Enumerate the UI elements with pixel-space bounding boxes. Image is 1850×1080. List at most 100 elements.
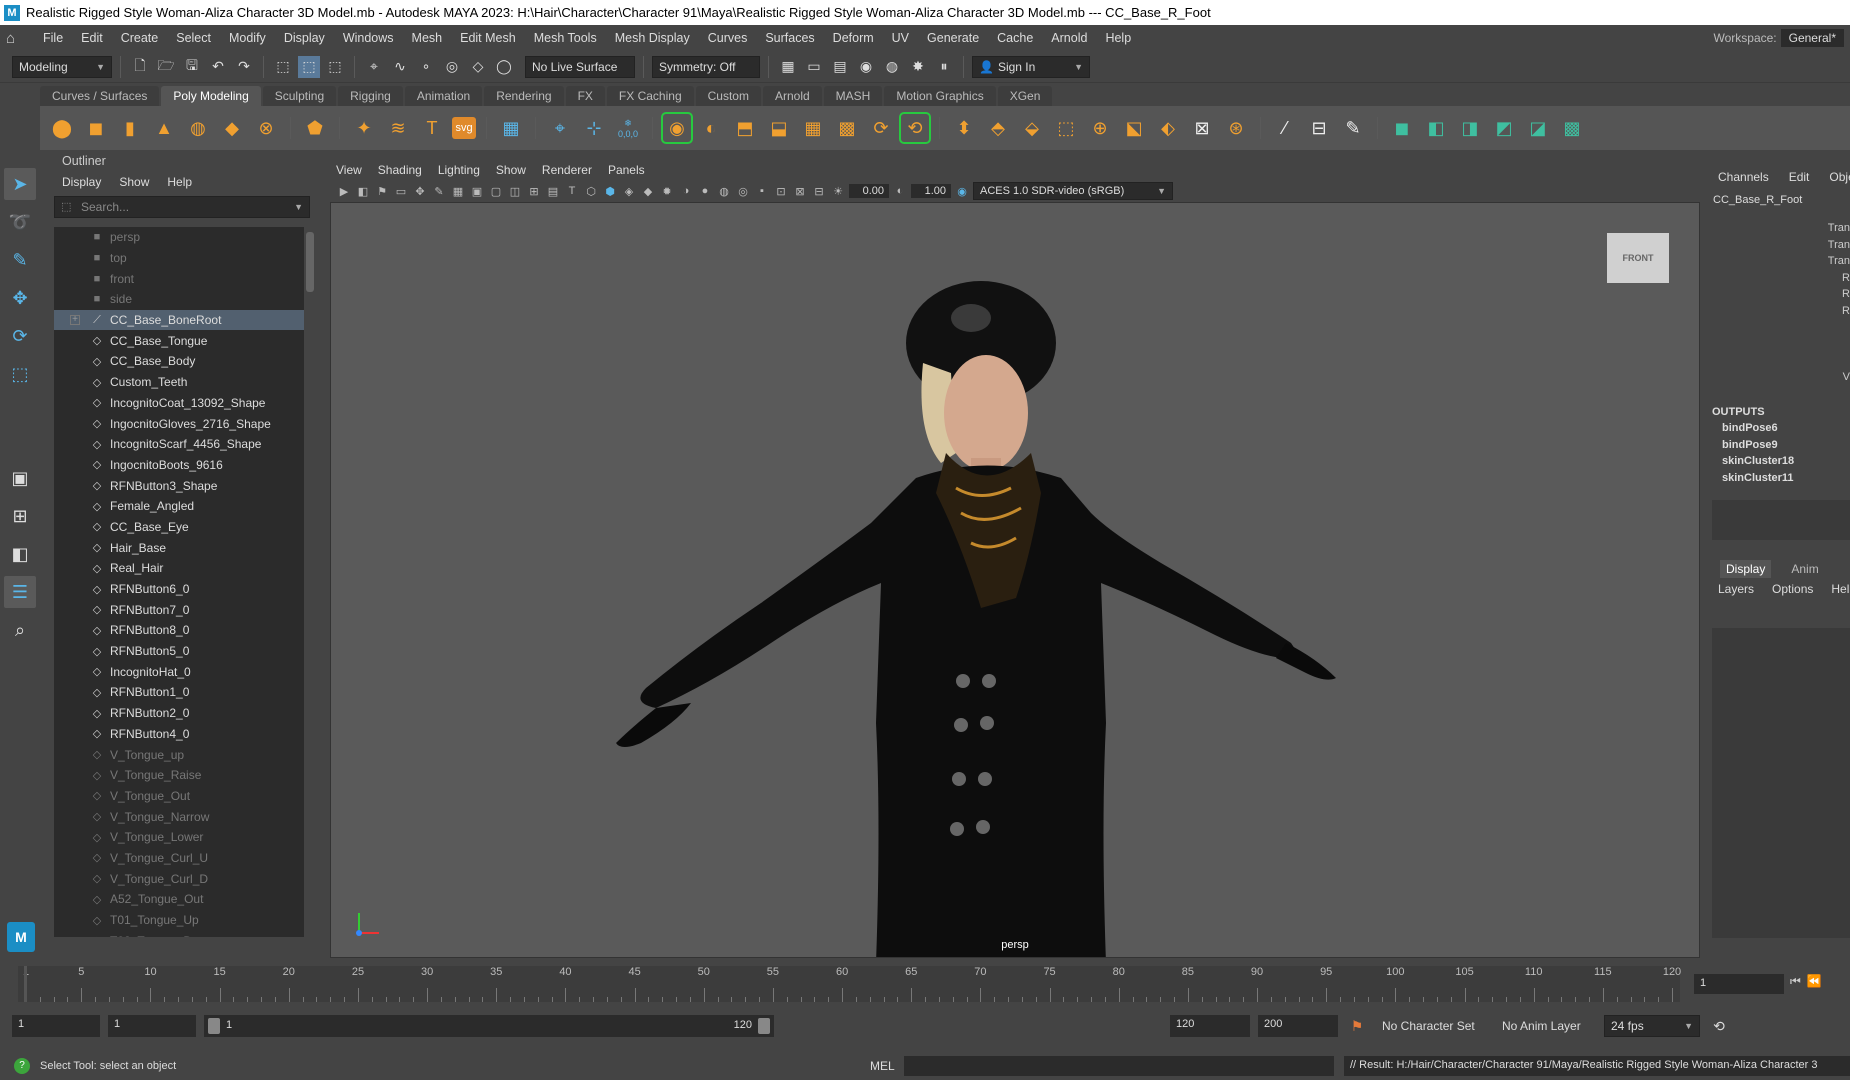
- channel-attribute[interactable]: Tran: [1810, 255, 1850, 272]
- render-frame-icon[interactable]: ▭: [803, 56, 825, 78]
- viewcube[interactable]: FRONT: [1607, 233, 1669, 283]
- extrude-icon[interactable]: ⬍: [950, 114, 978, 142]
- script-language-toggle[interactable]: MEL: [870, 1059, 895, 1073]
- outliner-item[interactable]: ◇ RFNButton7_0: [54, 599, 304, 620]
- command-input[interactable]: [904, 1056, 1334, 1076]
- resolution-gate-icon[interactable]: ▢: [488, 183, 504, 199]
- shelf-tab-animation[interactable]: Animation: [404, 86, 483, 106]
- current-frame-field[interactable]: 1: [1694, 974, 1784, 994]
- motion-blur-icon[interactable]: ◍: [716, 183, 732, 199]
- menu-surfaces[interactable]: Surfaces: [756, 31, 823, 45]
- shelf-tab-fx-caching[interactable]: FX Caching: [606, 86, 694, 106]
- outliner-item[interactable]: ◇ RFNButton4_0: [54, 724, 304, 745]
- bookmark-icon[interactable]: ⚑: [374, 183, 390, 199]
- outliner-item[interactable]: ◇ RFNButton3_Shape: [54, 475, 304, 496]
- range-slider[interactable]: 1 120: [204, 1015, 774, 1037]
- auto-key-icon[interactable]: ⚑: [1346, 1015, 1368, 1037]
- select-by-component-icon[interactable]: ⬚: [324, 56, 346, 78]
- shelf-tab-rendering[interactable]: Rendering: [484, 86, 564, 106]
- channel-attribute[interactable]: R: [1810, 305, 1850, 322]
- range-start-handle[interactable]: [208, 1018, 220, 1034]
- selected-object-name[interactable]: CC_Base_R_Foot: [1710, 194, 1850, 206]
- uv-cylindrical-icon[interactable]: ◧: [1422, 114, 1450, 142]
- outliner-menu-display[interactable]: Display: [62, 175, 101, 189]
- menu-generate[interactable]: Generate: [918, 31, 988, 45]
- edge-loop-icon[interactable]: ⊟: [1305, 114, 1333, 142]
- poly-cylinder-icon[interactable]: ▮: [116, 114, 144, 142]
- wireframe-icon[interactable]: ⬡: [583, 183, 599, 199]
- channel-tab-edit[interactable]: Edit: [1789, 170, 1810, 184]
- outliner-search-input[interactable]: ⬚ Search... ▼: [54, 196, 310, 218]
- outliner-item[interactable]: ◇ IncognitoScarf_4456_Shape: [54, 434, 304, 455]
- film-gate-icon[interactable]: ▣: [469, 183, 485, 199]
- anim-layer-dropdown[interactable]: No Anim Layer: [1496, 1015, 1596, 1037]
- uv-unfold-icon[interactable]: ◪: [1524, 114, 1552, 142]
- sweep-mesh-icon[interactable]: ≋: [384, 114, 412, 142]
- menu-select[interactable]: Select: [167, 31, 220, 45]
- playback-end-field[interactable]: 120: [1170, 1015, 1250, 1037]
- xray-icon[interactable]: ⊡: [773, 183, 789, 199]
- new-scene-icon[interactable]: 🗋: [129, 56, 151, 78]
- outliner-item[interactable]: ◇ Custom_Teeth: [54, 372, 304, 393]
- measure-tool-icon[interactable]: ⌖: [546, 114, 574, 142]
- layer-menu-help[interactable]: Help: [1831, 582, 1850, 596]
- single-perspective-view-icon[interactable]: ▣: [4, 462, 36, 494]
- outliner-item[interactable]: ◇ Hair_Base: [54, 537, 304, 558]
- menu-uv[interactable]: UV: [883, 31, 918, 45]
- loop-icon[interactable]: ⟲: [1708, 1015, 1730, 1037]
- outliner-item[interactable]: ◇ CC_Base_Body: [54, 351, 304, 372]
- persp-outliner-icon[interactable]: ◧: [4, 538, 36, 570]
- uv-layout-icon[interactable]: ▩: [1558, 114, 1586, 142]
- save-scene-icon[interactable]: 🖫: [181, 56, 203, 78]
- poly-cube-icon[interactable]: ◼: [82, 114, 110, 142]
- open-scene-icon[interactable]: 🗁: [155, 56, 177, 78]
- outliner-item[interactable]: ■ persp: [54, 227, 304, 248]
- search-icon[interactable]: ⌕: [4, 614, 36, 646]
- shelf-tab-rigging[interactable]: Rigging: [338, 86, 403, 106]
- outliner-item[interactable]: ◇ CC_Base_Eye: [54, 517, 304, 538]
- outliner-item[interactable]: ■ top: [54, 248, 304, 269]
- exposure-icon[interactable]: ☀: [830, 183, 846, 199]
- current-time-indicator[interactable]: [24, 966, 27, 1002]
- outliner-item[interactable]: ◇ RFNButton8_0: [54, 620, 304, 641]
- select-by-object-icon[interactable]: ⬚: [298, 55, 320, 78]
- select-tool-icon[interactable]: ➤: [4, 168, 36, 200]
- outliner-item[interactable]: ◇ V_Tongue_Out: [54, 786, 304, 807]
- outliner-item[interactable]: ◇ IngocnitoBoots_9616: [54, 455, 304, 476]
- channel-attribute[interactable]: R: [1810, 288, 1850, 305]
- gamma-icon[interactable]: ◐: [892, 183, 908, 199]
- smooth-mesh-icon[interactable]: ◉: [661, 112, 693, 144]
- channel-tab-channels[interactable]: Channels: [1718, 170, 1769, 184]
- output-node-bindpose6[interactable]: bindPose6: [1712, 422, 1794, 439]
- bridge-icon[interactable]: ⬘: [984, 114, 1012, 142]
- knife-tool-icon[interactable]: ⁄: [1271, 114, 1299, 142]
- select-by-hierarchy-icon[interactable]: ⬚: [272, 56, 294, 78]
- outliner-item[interactable]: ◇ IncognitoHat_0: [54, 661, 304, 682]
- svg-tool-icon[interactable]: svg: [452, 117, 476, 139]
- scale-tool-icon[interactable]: ⬚: [4, 358, 36, 390]
- type-tool-icon[interactable]: T: [418, 114, 446, 142]
- panel-menu-panels[interactable]: Panels: [608, 163, 645, 177]
- layer-tab-display[interactable]: Display: [1720, 560, 1772, 578]
- shelf-tab-poly-modeling[interactable]: Poly Modeling: [161, 86, 261, 106]
- rotate-tool-icon[interactable]: ⟳: [4, 320, 36, 352]
- redo-icon[interactable]: ↷: [233, 56, 255, 78]
- snap-grid-icon[interactable]: ⌖: [363, 56, 385, 78]
- menu-edit[interactable]: Edit: [72, 31, 112, 45]
- outliner-item[interactable]: ◇ IngocnitoGloves_2716_Shape: [54, 413, 304, 434]
- outliner-item[interactable]: ◇ V_Tongue_Narrow: [54, 806, 304, 827]
- outliner-item[interactable]: ■ side: [54, 289, 304, 310]
- outliner-item[interactable]: ◇ V_Tongue_Lower: [54, 827, 304, 848]
- outliner-item[interactable]: ◇ V_Tongue_up: [54, 744, 304, 765]
- symmetry-dropdown[interactable]: Symmetry: Off: [652, 55, 760, 78]
- outliner-menu-help[interactable]: Help: [167, 175, 192, 189]
- outliner-item[interactable]: + ⟋ CC_Base_BoneRoot: [54, 309, 304, 331]
- panel-menu-lighting[interactable]: Lighting: [438, 163, 480, 177]
- outliner-item[interactable]: ◇ RFNButton6_0: [54, 579, 304, 600]
- multi-cut-icon[interactable]: ⊠: [1188, 114, 1216, 142]
- outliner-item[interactable]: ◇ IncognitoCoat_13092_Shape: [54, 393, 304, 414]
- menu-deform[interactable]: Deform: [824, 31, 883, 45]
- smooth-shade-icon[interactable]: ⬢: [602, 183, 618, 199]
- anti-alias-icon[interactable]: ◎: [735, 183, 751, 199]
- wedge-icon[interactable]: ⬖: [1154, 114, 1182, 142]
